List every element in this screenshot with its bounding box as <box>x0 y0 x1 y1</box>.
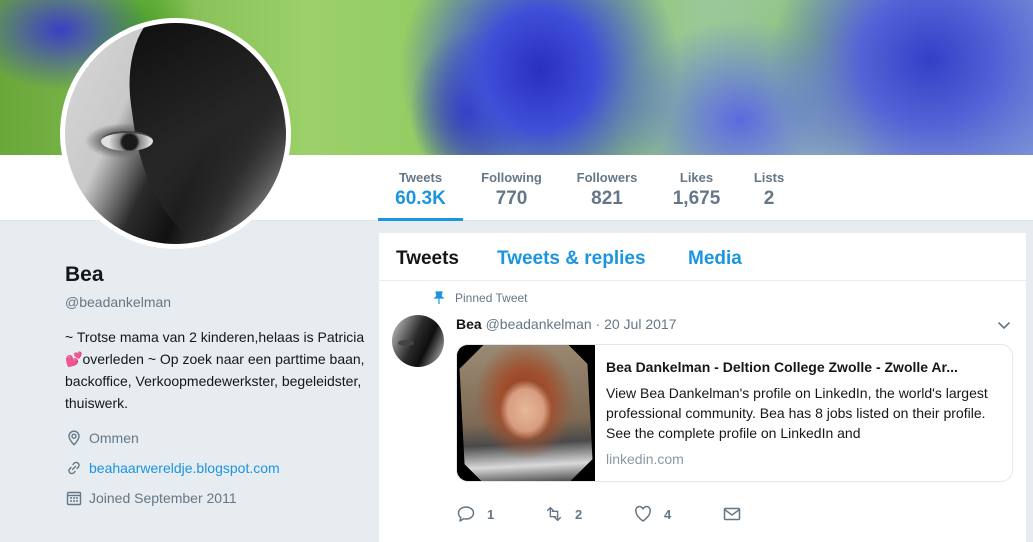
stat-value: 60.3K <box>395 188 446 209</box>
link-icon <box>65 459 83 477</box>
retweet-button[interactable]: 2 <box>544 504 633 524</box>
card-title: Bea Dankelman - Deltion College Zwolle -… <box>606 359 958 375</box>
retweet-count: 2 <box>575 506 583 522</box>
bio-text-end: overleden ~ Op zoek naar een parttime ba… <box>65 351 365 411</box>
direct-message-button[interactable] <box>722 504 753 524</box>
like-button[interactable]: 4 <box>633 504 722 524</box>
location-icon <box>65 429 83 447</box>
tweet-avatar[interactable] <box>392 315 444 367</box>
tab-tweets[interactable]: Tweets <box>396 247 459 271</box>
pin-icon <box>432 291 446 305</box>
profile-website: beahaarwereldje.blogspot.com <box>65 458 365 478</box>
stat-value: 2 <box>763 188 775 209</box>
stat-label: Following <box>481 170 542 185</box>
envelope-icon <box>722 504 742 524</box>
timeline-tabs: Tweets Tweets & replies Media <box>379 233 1026 281</box>
avatar-photo <box>65 23 286 244</box>
profile-joined: Joined September 2011 <box>65 488 365 508</box>
card-photo <box>458 345 594 481</box>
stat-value: 821 <box>591 188 623 209</box>
stat-value: 1,675 <box>672 188 721 209</box>
profile-location: Ommen <box>65 428 365 448</box>
stat-label: Likes <box>679 170 714 185</box>
card-image <box>457 345 595 481</box>
like-count: 4 <box>664 506 672 522</box>
card-body: Bea Dankelman - Deltion College Zwolle -… <box>606 357 1004 469</box>
tweet-author-handle[interactable]: @beadankelman <box>486 316 592 332</box>
stat-tweets[interactable]: Tweets 60.3K <box>378 155 463 221</box>
card-domain: linkedin.com <box>606 451 684 467</box>
pinned-label-text: Pinned Tweet <box>455 291 528 305</box>
bio-text-start: ~ Trotse mama van 2 kinderen,helaas is P… <box>65 329 365 345</box>
tweet-actions: 1 2 4 <box>456 504 753 524</box>
reply-count: 1 <box>487 506 495 522</box>
stat-value: 770 <box>495 188 528 209</box>
timeline: Tweets Tweets & replies Media Pinned Twe… <box>379 233 1026 542</box>
profile-name[interactable]: Bea <box>65 262 365 288</box>
website-link[interactable]: beahaarwereldje.blogspot.com <box>89 458 280 478</box>
stat-likes[interactable]: Likes 1,675 <box>664 155 729 221</box>
heart-icon <box>633 504 653 524</box>
tweet-author-name[interactable]: Bea <box>456 316 482 332</box>
profile-bio: ~ Trotse mama van 2 kinderen,helaas is P… <box>65 326 365 414</box>
avatar-eye <box>101 131 153 151</box>
tab-tweets-replies[interactable]: Tweets & replies <box>497 247 646 271</box>
stat-lists[interactable]: Lists 2 <box>748 155 790 221</box>
calendar-icon <box>65 489 83 507</box>
chevron-down-icon[interactable] <box>996 317 1012 333</box>
profile-avatar[interactable] <box>60 18 291 249</box>
retweet-icon <box>544 504 564 524</box>
tweet-header: Bea @beadankelman · 20 Jul 2017 <box>456 315 676 333</box>
tweet-date[interactable]: · 20 Jul 2017 <box>596 316 677 332</box>
link-card[interactable]: Bea Dankelman - Deltion College Zwolle -… <box>456 344 1013 482</box>
stat-label: Followers <box>576 170 638 185</box>
profile-sidebar: Bea @beadankelman ~ Trotse mama van 2 ki… <box>65 262 365 508</box>
stat-label: Tweets <box>398 170 443 185</box>
two-hearts-emoji: 💕 <box>65 351 83 367</box>
pinned-tweet-label: Pinned Tweet <box>432 291 528 305</box>
profile-handle[interactable]: @beadankelman <box>65 292 365 312</box>
stat-label: Lists <box>753 170 785 185</box>
card-description: View Bea Dankelman's profile on LinkedIn… <box>606 385 988 441</box>
reply-icon <box>456 504 476 524</box>
location-text: Ommen <box>89 430 139 446</box>
stat-following[interactable]: Following 770 <box>474 155 549 221</box>
stat-followers[interactable]: Followers 821 <box>570 155 644 221</box>
tab-media[interactable]: Media <box>688 247 742 271</box>
reply-button[interactable]: 1 <box>456 504 544 524</box>
joined-text: Joined September 2011 <box>89 490 237 506</box>
